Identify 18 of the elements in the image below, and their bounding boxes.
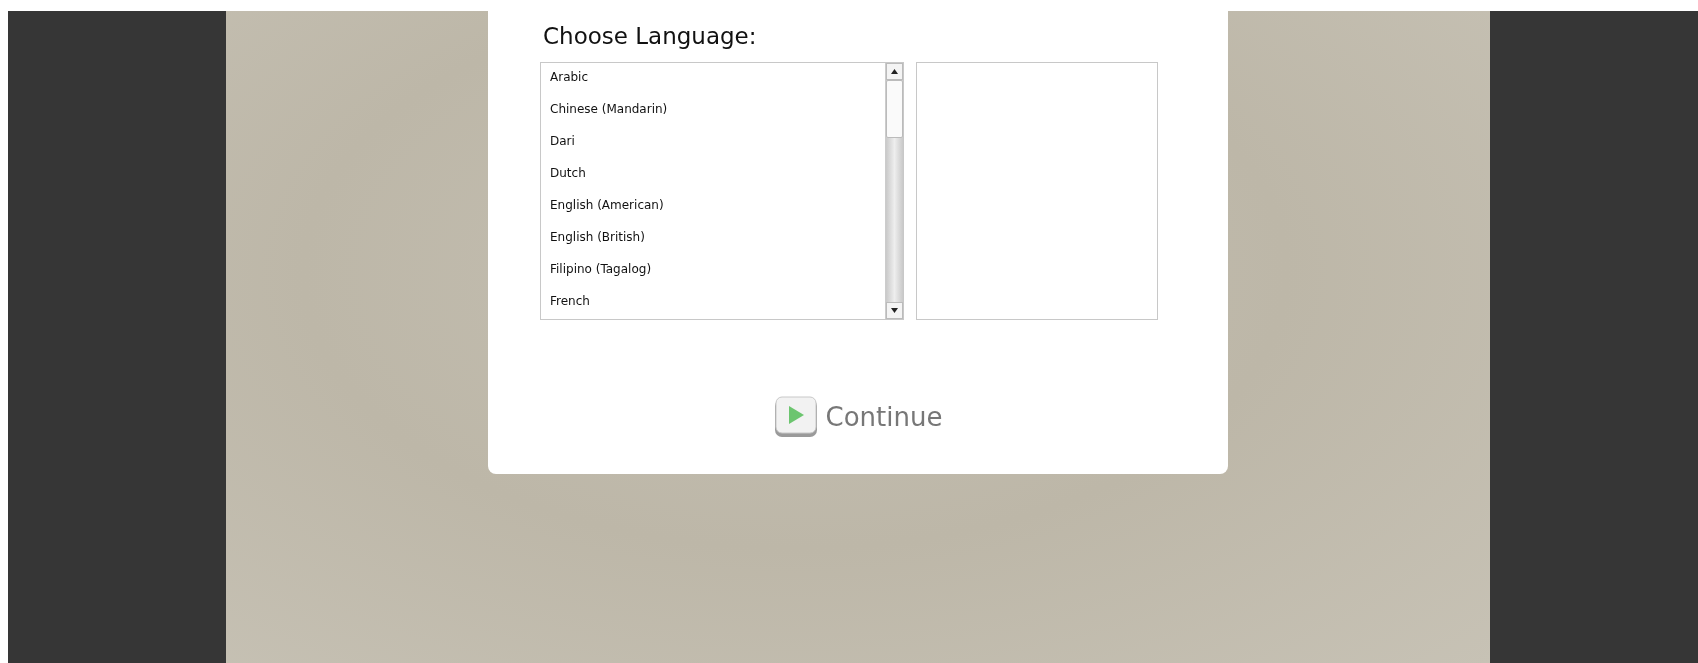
continue-button[interactable]: Continue <box>773 396 943 438</box>
language-item[interactable]: English (American) <box>541 191 885 223</box>
language-item[interactable]: Dari <box>541 127 885 159</box>
language-item[interactable]: Arabic <box>541 63 885 95</box>
scroll-up-button[interactable] <box>886 63 903 80</box>
language-item[interactable]: Dutch <box>541 159 885 191</box>
down-arrow-icon <box>891 308 898 313</box>
language-item[interactable]: Filipino (Tagalog) <box>541 255 885 287</box>
language-item[interactable]: English (British) <box>541 223 885 255</box>
play-icon <box>773 396 818 438</box>
up-arrow-icon <box>891 69 898 74</box>
scroll-down-button[interactable] <box>886 302 903 319</box>
dialog-title: Choose Language: <box>543 22 758 51</box>
scrollbar[interactable] <box>885 63 903 319</box>
language-item[interactable]: French <box>541 287 885 319</box>
scroll-thumb[interactable] <box>886 80 903 138</box>
language-item[interactable]: Chinese (Mandarin) <box>541 95 885 127</box>
selected-language-list[interactable] <box>916 62 1158 320</box>
